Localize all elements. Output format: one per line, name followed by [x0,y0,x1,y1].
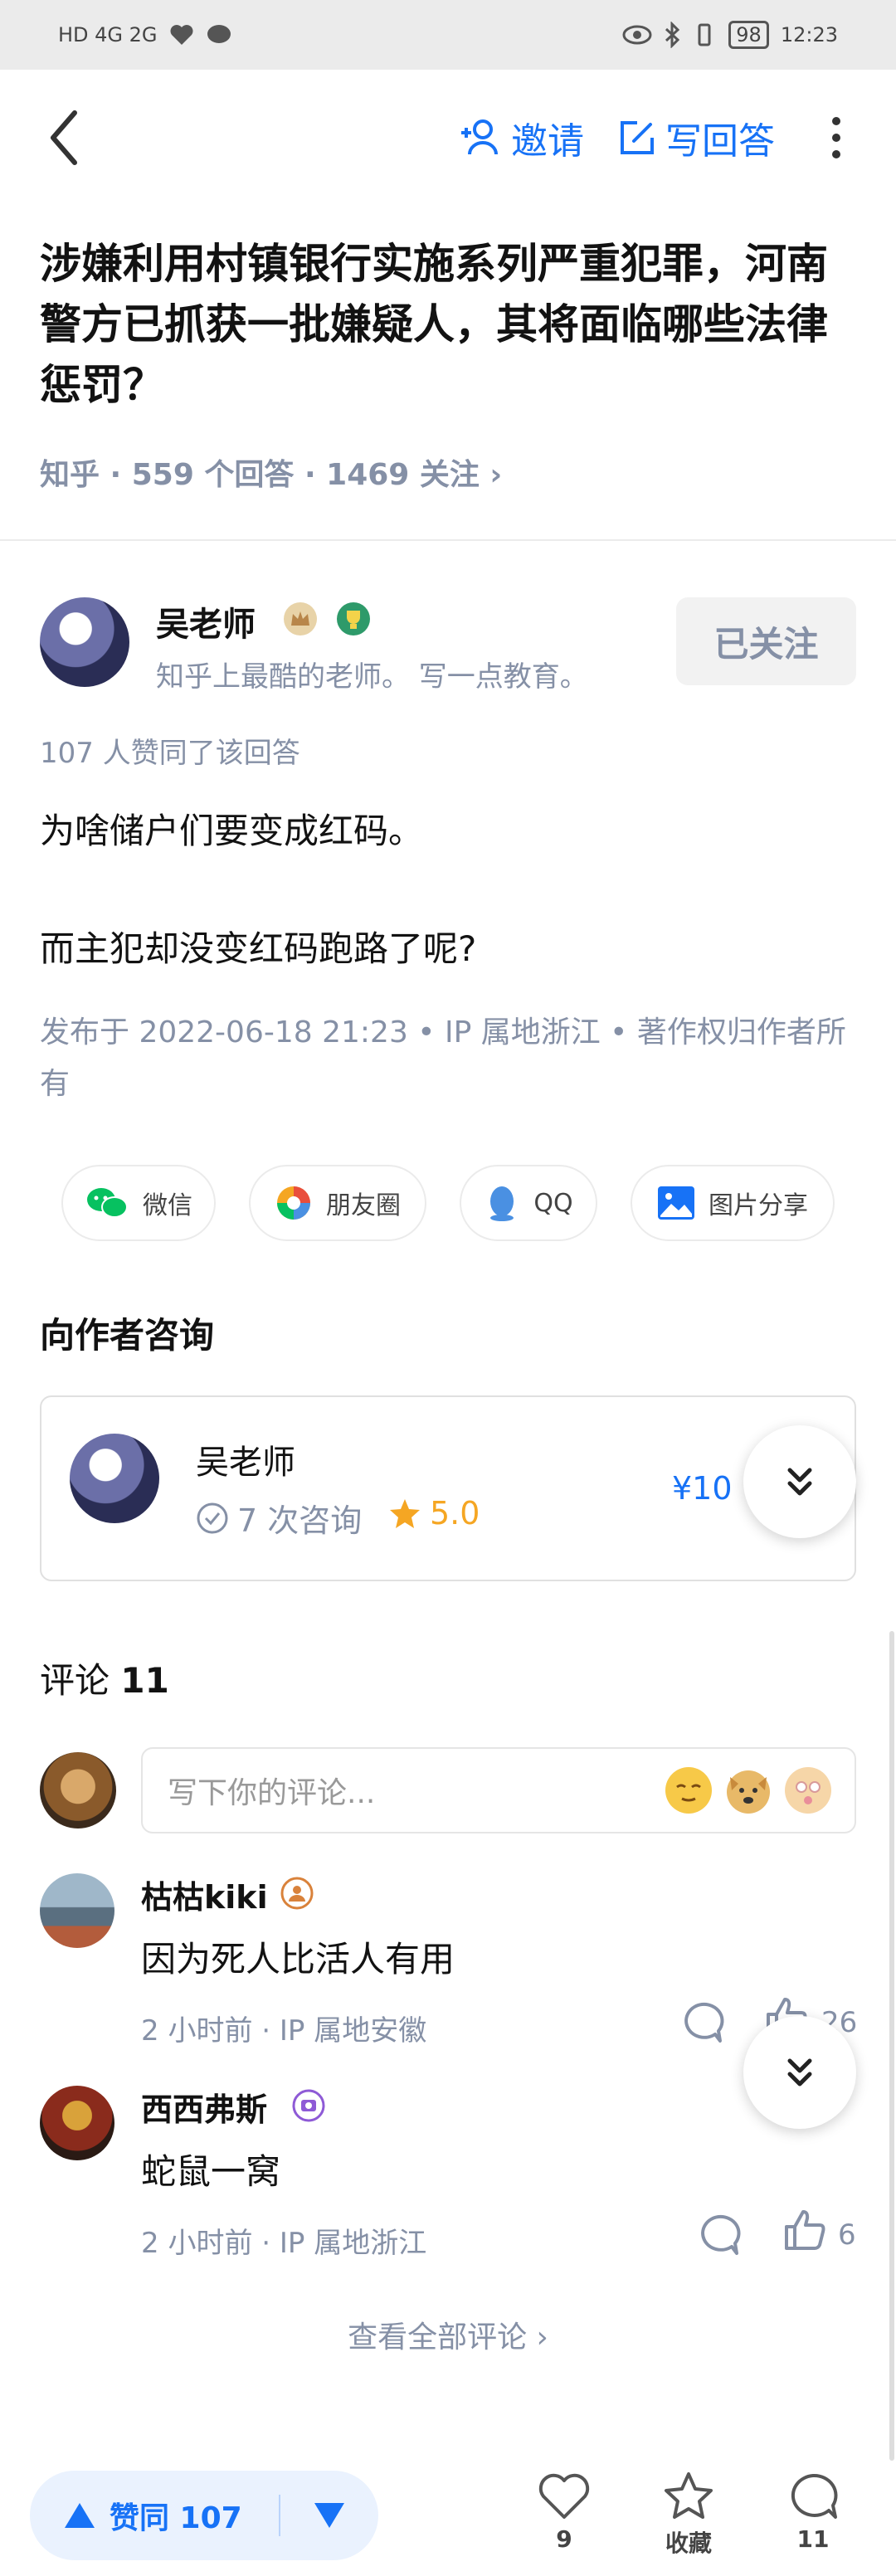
consult-card[interactable]: 吴老师 7 次咨询 5.0 ¥10 [40,1395,856,1581]
battery-level: 98 [728,21,769,49]
commenter-avatar[interactable] [40,1873,114,1948]
heart-icon [538,2473,590,2519]
double-chevron-down-icon [787,1468,812,1496]
downvote-button[interactable] [280,2501,378,2530]
share-wechat-label: 微信 [143,1191,192,1220]
comment-text: 因为死人比活人有用 [141,1939,455,1979]
consult-avatar [70,1434,159,1523]
comment-meta: 2 小时前 · IP 属地安徽 [141,2014,427,2048]
consult-count-label: 7 次咨询 [237,1502,363,1539]
like-count: 9 [556,2525,572,2553]
upvote-button[interactable]: 赞同 107 [30,2494,279,2537]
comment-meta: 2 小时前 · IP 属地浙江 [141,2227,427,2260]
question-title[interactable]: 涉嫌利用村镇银行实施系列严重犯罪，河南警方已抓获一批嫌疑人，其将面临哪些法律惩罚… [40,234,861,416]
publish-info: 发布于 2022-06-18 21:23 • IP 属地浙江 • 著作权归作者所… [40,1015,846,1101]
invite-button[interactable]: 邀请 [458,111,584,164]
status-bar: HD 4G 2G 98 12:23 [0,0,896,70]
share-moments-button[interactable]: 朋友圈 [249,1165,426,1241]
top-nav: 邀请 写回答 [0,70,896,202]
triangle-down-icon [314,2503,344,2528]
thumbs-up-icon[interactable] [782,2207,828,2253]
commenter-avatar[interactable] [40,2086,114,2160]
user-level-badge-icon [280,1877,314,1910]
comment-count: 11 [796,2525,830,2553]
divider [0,539,896,541]
scroll-down-button[interactable] [743,1425,856,1538]
relieved-emoji-icon[interactable] [664,1765,713,1815]
vibrate-icon [698,23,711,46]
star-outline-icon [665,2472,713,2519]
comments-count: 11 [120,1660,169,1701]
eye-icon [622,25,652,45]
back-arrow-icon[interactable] [43,105,93,171]
comment-text: 蛇鼠一窝 [141,2151,281,2192]
trophy-badge-icon [337,602,370,635]
baby-emoji-icon[interactable] [783,1765,833,1815]
consult-name: 吴老师 [196,1444,295,1482]
comments-header: 评论 11 [40,1653,169,1703]
chat-status-icon [207,25,231,43]
follow-button[interactable]: 已关注 [676,597,856,685]
network-indicators: HD 4G 2G [58,23,158,46]
consult-title: 向作者咨询 [40,1315,215,1356]
qq-icon [490,1186,514,1221]
commenter-name[interactable]: 枯枯kiki [141,1872,268,1917]
check-circle-icon [197,1502,228,1533]
comment-like-count: 6 [838,2218,856,2252]
invite-label: 邀请 [511,120,584,163]
scrollbar[interactable] [889,1631,894,2461]
share-image-label: 图片分享 [709,1191,808,1220]
author-description: 知乎上最酷的老师。 写一点教育。 [156,660,588,694]
vote-control: 赞同 107 [30,2471,378,2560]
share-image-button[interactable]: 图片分享 [631,1165,835,1241]
user-level-badge-icon [292,2089,325,2122]
share-qq-button[interactable]: QQ [460,1165,597,1241]
question-meta[interactable]: 知乎 · 559 个回答 · 1469 关注 › [40,450,502,494]
like-tab[interactable]: 9 [514,2471,614,2553]
comment-tab[interactable]: 11 [763,2471,863,2553]
status-right: 98 12:23 [622,21,838,49]
moments-icon [277,1186,310,1220]
more-vertical-icon[interactable] [821,113,851,163]
doge-emoji-icon[interactable] [723,1765,773,1815]
answer-paragraph: 为啥储户们要变成红码。 [40,811,424,851]
my-avatar [40,1752,116,1829]
share-qq-label: QQ [533,1188,573,1218]
status-left: HD 4G 2G [58,23,232,46]
comments-title-label: 评论 [40,1660,110,1701]
triangle-up-icon [65,2503,95,2528]
bluetooth-icon [665,22,680,48]
share-wechat-button[interactable]: 微信 [61,1165,216,1241]
commenter-name[interactable]: 西西弗斯 [141,2084,267,2130]
answer-paragraph: 而主犯却没变红码跑路了呢? [40,928,477,969]
share-moments-label: 朋友圈 [326,1191,401,1220]
author-avatar[interactable] [40,597,129,687]
write-answer-button[interactable]: 写回答 [616,111,775,164]
consult-count: 7 次咨询 [196,1495,362,1541]
answer-votes-line: 107 人赞同了该回答 [40,737,300,770]
upvote-label: 赞同 107 [110,2501,242,2535]
image-icon [658,1186,694,1220]
consult-rating-value: 5.0 [430,1495,480,1531]
double-chevron-down-icon [787,2058,812,2087]
crown-badge-icon [284,602,317,635]
reply-icon[interactable] [695,2212,742,2258]
consult-price: ¥10 [672,1470,733,1507]
write-answer-label: 写回答 [665,120,775,163]
star-icon [390,1499,420,1528]
clock: 12:23 [780,23,838,46]
author-name[interactable]: 吴老师 [156,597,256,645]
consult-rating: 5.0 [388,1495,480,1531]
comment-bubble-icon [791,2473,838,2519]
add-person-icon [461,119,498,155]
collect-tab[interactable]: 收藏 [639,2471,738,2559]
collect-label: 收藏 [665,2530,712,2557]
heart-status-icon [170,25,193,45]
reply-icon[interactable] [679,1999,725,2046]
edit-icon [621,121,654,154]
view-all-comments-link[interactable]: 查看全部评论 › [0,2313,896,2356]
scroll-down-button[interactable] [743,2016,856,2129]
wechat-icon [87,1188,128,1218]
